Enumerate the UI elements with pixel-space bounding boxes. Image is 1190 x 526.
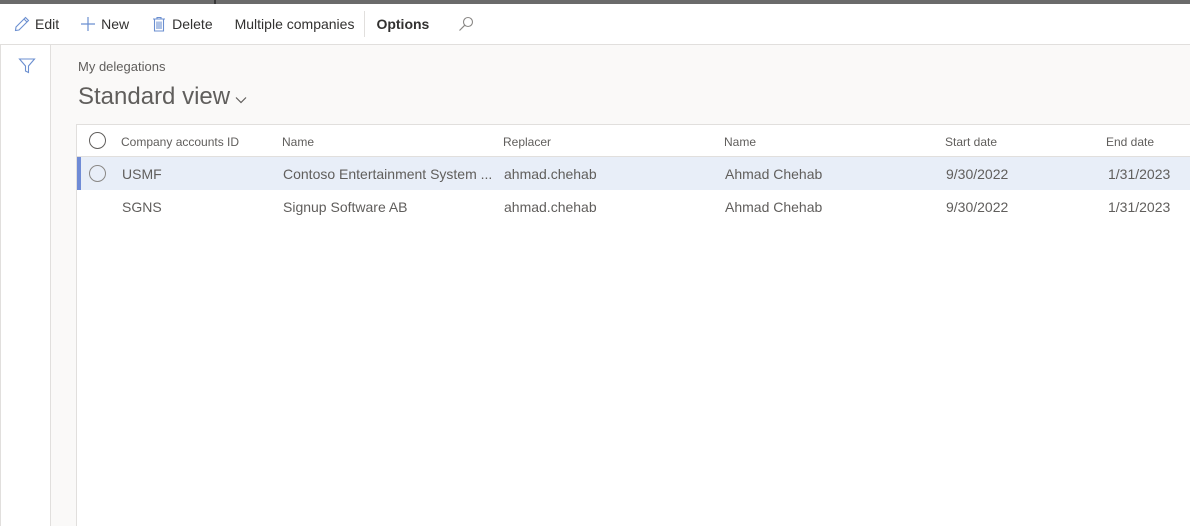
table-row[interactable]: USMF Contoso Entertainment System ... ah…: [77, 157, 1190, 190]
cell-company: SGNS: [122, 199, 162, 215]
cell-start-date: 9/30/2022: [946, 199, 1009, 215]
search-icon: [458, 16, 474, 32]
row-select-radio[interactable]: [89, 165, 106, 182]
column-header-start-date[interactable]: Start date: [945, 135, 997, 149]
cell-replacer: ahmad.chehab: [504, 166, 597, 182]
column-header-end-date[interactable]: End date: [1106, 135, 1154, 149]
toolbar-divider: [364, 11, 366, 37]
cell-end-date: 1/31/2023: [1108, 166, 1171, 182]
new-button[interactable]: New: [80, 4, 129, 44]
new-label: New: [101, 16, 130, 32]
delete-button[interactable]: Delete: [151, 4, 213, 44]
filter-pane-rail: [0, 45, 51, 526]
table-row[interactable]: SGNS Signup Software AB ahmad.chehab Ahm…: [77, 190, 1190, 223]
view-selector[interactable]: Standard view: [78, 83, 247, 111]
filter-icon[interactable]: [18, 57, 36, 75]
page-title-breadcrumb: My delegations: [78, 59, 166, 74]
cell-replacer-name: Ahmad Chehab: [725, 166, 823, 182]
cell-end-date: 1/31/2023: [1108, 199, 1171, 215]
pencil-icon: [14, 16, 30, 32]
edit-label: Edit: [35, 16, 60, 32]
search-button[interactable]: [458, 4, 479, 44]
multiple-companies-label: Multiple companies: [234, 16, 355, 32]
chevron-down-icon: [235, 97, 247, 104]
view-title: Standard view: [78, 83, 231, 110]
cell-replacer: ahmad.chehab: [504, 199, 597, 215]
edit-button[interactable]: Edit: [14, 4, 59, 44]
options-tab[interactable]: Options: [376, 4, 429, 44]
column-header-replacer[interactable]: Replacer: [503, 135, 551, 149]
delegations-grid: Company accounts ID Name Replacer Name S…: [76, 124, 1190, 526]
cell-company: USMF: [122, 166, 162, 182]
plus-icon: [80, 16, 96, 32]
column-header-company[interactable]: Company accounts ID: [121, 135, 239, 149]
trash-icon: [151, 16, 167, 32]
grid-header: Company accounts ID Name Replacer Name S…: [77, 125, 1190, 157]
select-all-radio[interactable]: [89, 132, 106, 149]
cell-start-date: 9/30/2022: [946, 166, 1009, 182]
cell-name: Contoso Entertainment System ...: [283, 166, 493, 182]
column-header-name[interactable]: Name: [282, 135, 492, 149]
row-selected-indicator: [77, 157, 81, 190]
main-content: My delegations Standard view Company acc…: [51, 45, 1190, 526]
action-pane: Edit New Delete Multiple companies Optio…: [0, 4, 1190, 45]
cell-name: Signup Software AB: [283, 199, 408, 215]
multiple-companies-button[interactable]: Multiple companies: [235, 4, 355, 44]
options-label: Options: [376, 16, 430, 32]
column-header-replacer-name[interactable]: Name: [724, 135, 756, 149]
cell-replacer-name: Ahmad Chehab: [725, 199, 823, 215]
delete-label: Delete: [172, 16, 213, 32]
